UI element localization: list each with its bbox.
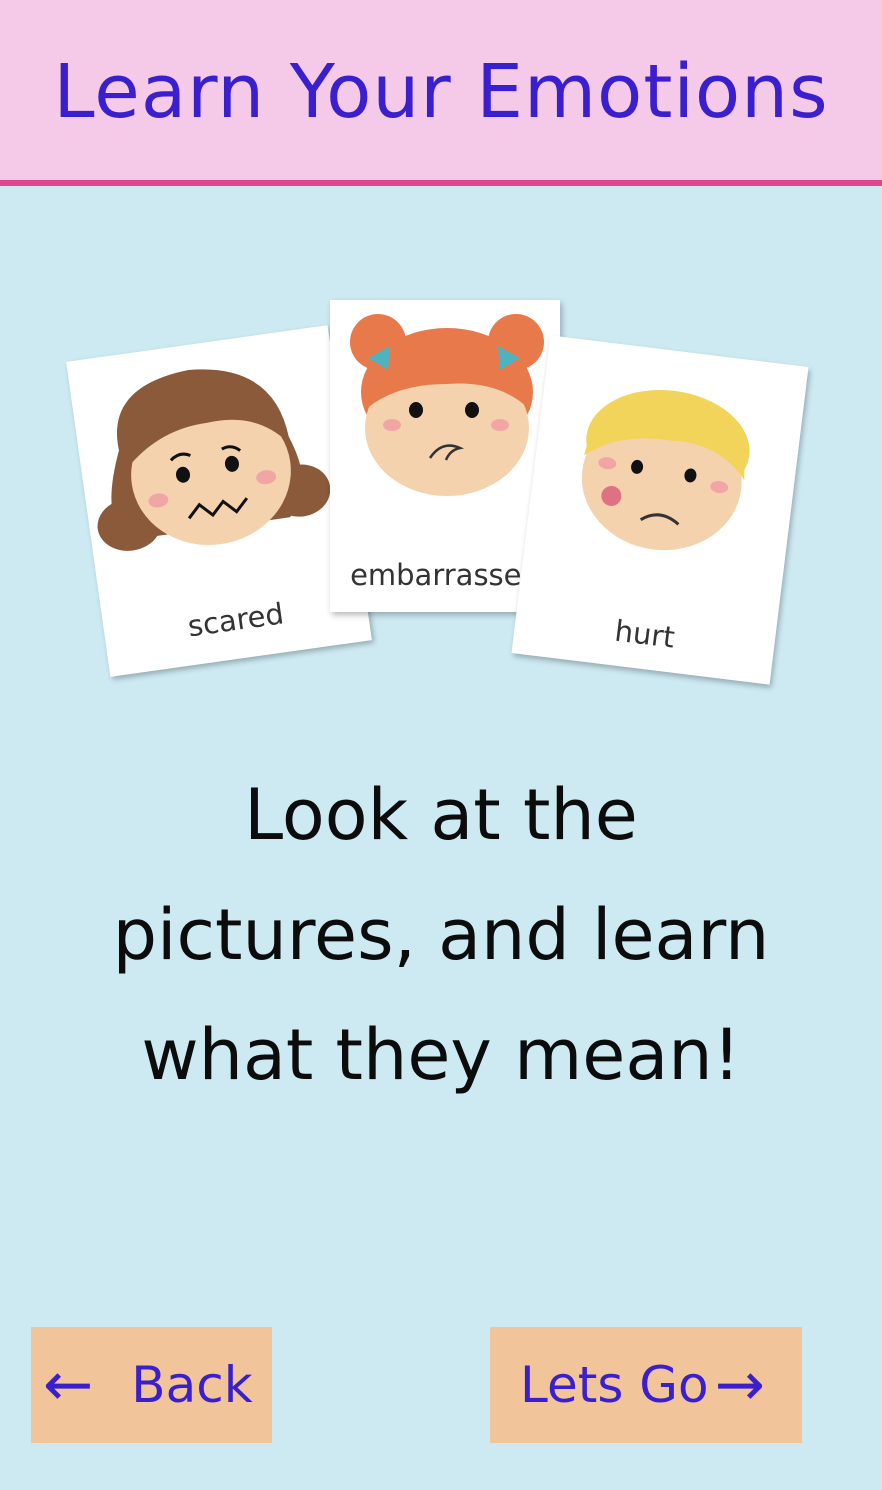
emotion-card-hurt: hurt bbox=[511, 335, 809, 685]
lets-go-button[interactable]: Lets Go → bbox=[490, 1327, 802, 1443]
instruction-text: Look at the pictures, and learn what the… bbox=[60, 755, 822, 1115]
page-title: Learn Your Emotions bbox=[53, 49, 829, 135]
lets-go-button-label: Lets Go bbox=[520, 1356, 709, 1414]
back-button[interactable]: ← Back bbox=[31, 1327, 272, 1443]
left-arrow-icon: ← bbox=[43, 1350, 94, 1420]
right-arrow-icon: → bbox=[714, 1350, 765, 1420]
header-bar: Learn Your Emotions bbox=[0, 0, 882, 186]
emotion-card-scared: scared bbox=[66, 325, 372, 677]
back-button-label: Back bbox=[131, 1356, 253, 1414]
instruction-line-1: Look at the bbox=[244, 774, 638, 856]
instruction-line-3: what they mean! bbox=[141, 1014, 741, 1096]
emotion-cards-image: scared embarrassed hurt bbox=[0, 190, 882, 710]
instruction-line-2: pictures, and learn bbox=[112, 894, 770, 976]
screen: Learn Your Emotions scared embarrassed h… bbox=[0, 0, 882, 1490]
